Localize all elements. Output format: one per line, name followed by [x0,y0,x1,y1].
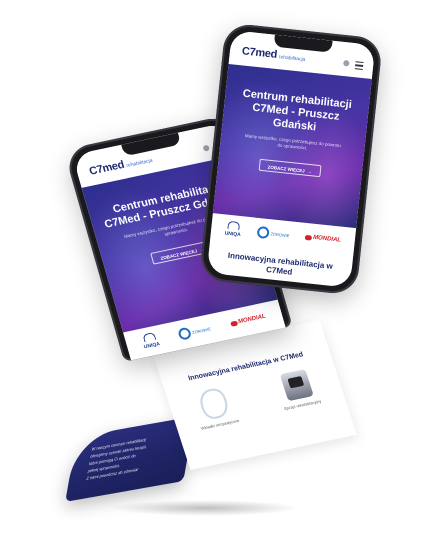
hero: Centrum rehabilitacji C7Med - Pruszcz Gd… [212,63,372,229]
see-more-label: ZOBACZ WIĘCEJ [267,164,305,174]
partner-name: UNIQA [143,341,161,351]
device-item[interactable]: Wkładki ortopedyczne [185,385,244,432]
logo-text: C7med [87,158,126,178]
rehab-device-icon [279,369,314,402]
device-item[interactable]: Sprzęt rehabilitacyjny [268,367,327,414]
device-caption: Sprzęt rehabilitacyjny [283,398,323,412]
menu-icon[interactable] [354,61,364,71]
mondial-logo: MONDIAL [304,234,342,244]
floor-shadow [110,500,300,516]
mondial-mark-icon [304,234,313,241]
logo-text: C7med [241,45,278,61]
product-mockup-scene: W naszym centrum rehabilitacji oferujemy… [0,0,428,554]
arrow-right-icon: → [307,168,313,175]
mondial-mark-icon [229,320,239,327]
curled-screen: Innowacyjna rehabilitacja w C7Med Wkładk… [60,319,357,500]
logo-subtext: rehabilitacja [278,54,306,63]
phone-right-screen: C7med rehabilitacja Centrum rehabilitacj… [206,30,376,288]
partner-name: MONDIAL [312,234,342,244]
partner-name: ZDROWIE [191,325,212,335]
nav-icons [343,59,364,71]
phone-icon[interactable] [202,144,210,152]
partner-name: MONDIAL [237,313,267,326]
circle-logo-icon [256,225,270,240]
circle-logo-icon [176,326,192,341]
hero-subtitle: Mamy wszystko, czego potrzebujesz do pow… [244,133,342,151]
mondial-logo: MONDIAL [229,313,267,327]
uniqa-mark-icon [142,331,157,343]
device-caption: Wkładki ortopedyczne [200,417,241,431]
logo-subtext: rehabilitacja [125,157,154,170]
zdrowie-logo: ZDROWIE [176,322,212,341]
zdrowie-logo: ZDROWIE [256,225,290,241]
see-more-button[interactable]: ZOBACZ WIĘCEJ→ [258,158,322,178]
uniqa-mark-icon [227,220,241,230]
uniqa-logo: UNIQA [141,331,161,351]
phone-right: C7med rehabilitacja Centrum rehabilitacj… [198,22,384,296]
partner-name: ZDROWIE [270,230,290,238]
uniqa-logo: UNIQA [224,220,242,239]
insole-icon [196,386,231,421]
see-more-label: ZOBACZ WIĘCEJ [159,248,198,261]
partner-name: UNIQA [224,230,242,239]
phone-icon[interactable] [343,59,350,67]
